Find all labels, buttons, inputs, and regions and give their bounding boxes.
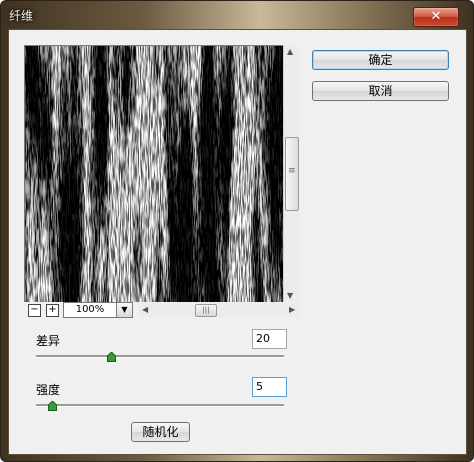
preview-vertical-scrollbar[interactable]: ▲ ≡ ▼ xyxy=(283,45,299,303)
close-button[interactable]: ✕ xyxy=(413,7,459,27)
preview-zoom-bar: − + 100% ▼ ◀ ||| ▶ xyxy=(24,302,299,318)
strength-slider-track[interactable] xyxy=(36,404,284,407)
dialog-window: 纤维 ✕ ▲ ≡ ▼ − + 100% ▼ ◀ ||| ▶ 确定 取消 差异 2… xyxy=(0,0,474,462)
scroll-left-icon[interactable]: ◀ xyxy=(142,305,148,314)
scroll-up-icon[interactable]: ▲ xyxy=(287,47,293,56)
horizontal-scroll-thumb[interactable]: ||| xyxy=(195,304,217,317)
strength-label: 强度 xyxy=(36,383,61,397)
scroll-down-icon[interactable]: ▼ xyxy=(287,291,293,300)
variance-label: 差异 xyxy=(36,334,61,348)
zoom-level-field[interactable]: 100% xyxy=(63,302,117,318)
close-icon: ✕ xyxy=(430,9,442,24)
title-bar[interactable]: 纤维 ✕ xyxy=(1,1,473,29)
plus-icon: + xyxy=(48,304,57,315)
preview-horizontal-scrollbar[interactable]: ◀ ||| ▶ xyxy=(139,303,299,317)
cancel-button[interactable]: 取消 xyxy=(312,81,449,101)
ok-button[interactable]: 确定 xyxy=(312,50,449,70)
dialog-title: 纤维 xyxy=(9,9,34,23)
variance-input[interactable]: 20 xyxy=(252,329,287,349)
randomize-button[interactable]: 随机化 xyxy=(131,422,190,442)
dialog-body: ▲ ≡ ▼ − + 100% ▼ ◀ ||| ▶ 确定 取消 差异 20 强度 … xyxy=(8,29,467,455)
minus-icon: − xyxy=(30,304,39,315)
zoom-dropdown-button[interactable]: ▼ xyxy=(116,302,133,318)
chevron-down-icon: ▼ xyxy=(121,305,128,314)
grip-icon: ≡ xyxy=(288,166,296,176)
fiber-texture-image xyxy=(25,46,283,302)
scroll-right-icon[interactable]: ▶ xyxy=(289,305,295,314)
strength-input[interactable]: 5 xyxy=(252,377,287,397)
vertical-scroll-thumb[interactable]: ≡ xyxy=(285,137,299,211)
zoom-out-button[interactable]: − xyxy=(28,304,41,317)
zoom-in-button[interactable]: + xyxy=(46,304,59,317)
variance-slider-track[interactable] xyxy=(36,355,284,358)
filter-preview[interactable] xyxy=(24,45,284,303)
